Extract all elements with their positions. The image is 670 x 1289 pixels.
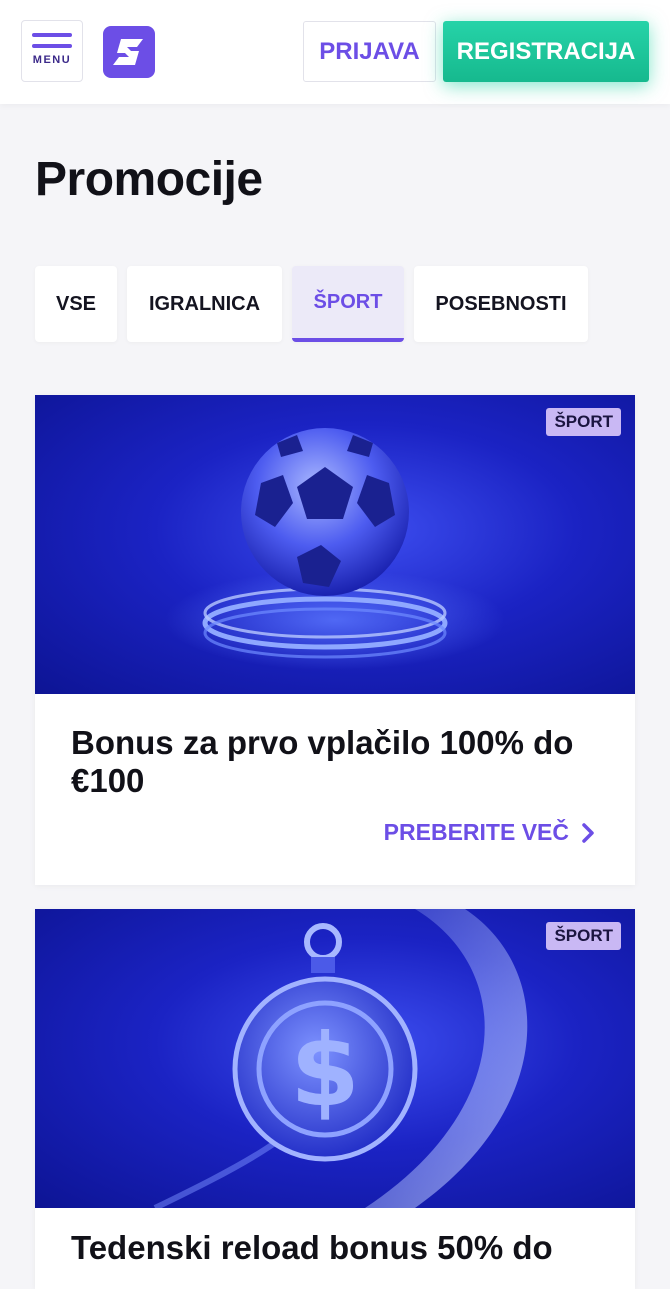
menu-button[interactable]: MENU: [21, 20, 83, 82]
logo-s-icon: [113, 39, 143, 65]
tab-sport[interactable]: ŠPORT: [292, 266, 404, 342]
menu-label: MENU: [32, 54, 72, 66]
svg-text:$: $: [290, 1012, 360, 1129]
brand-logo[interactable]: [103, 26, 155, 78]
tab-igralnica[interactable]: IGRALNICA: [127, 266, 282, 342]
hamburger-bar: [32, 44, 72, 48]
promo-title: Bonus za prvo vplačilo 100% do €100: [71, 724, 574, 799]
read-more-link[interactable]: PREBERITE VEČ: [384, 819, 595, 846]
tab-vse[interactable]: VSE: [35, 266, 117, 342]
tab-posebnosti[interactable]: POSEBNOSTI: [414, 266, 588, 342]
register-button[interactable]: REGISTRACIJA: [443, 21, 649, 82]
chevron-right-icon: [582, 822, 594, 843]
login-button[interactable]: PRIJAVA: [303, 21, 436, 82]
category-badge: ŠPORT: [546, 922, 621, 950]
stopwatch-dollar-icon: $: [153, 909, 528, 1208]
promo-card[interactable]: $ ŠPORT Tedenski reload bonus 50% do: [35, 909, 635, 1289]
soccer-ball-icon: [165, 428, 505, 670]
category-badge: ŠPORT: [546, 408, 621, 436]
promo-title: Tedenski reload bonus 50% do: [71, 1229, 553, 1266]
top-header: MENU PRIJAVA REGISTRACIJA: [0, 0, 670, 104]
promo-card[interactable]: ŠPORT Bonus za prvo vplačilo 100% do €10…: [35, 395, 635, 885]
promo-image: $ ŠPORT: [35, 909, 635, 1208]
promo-image: ŠPORT: [35, 395, 635, 694]
read-more-label: PREBERITE VEČ: [383, 819, 569, 845]
hamburger-icon: [32, 33, 72, 37]
page-title: Promocije: [35, 153, 263, 206]
